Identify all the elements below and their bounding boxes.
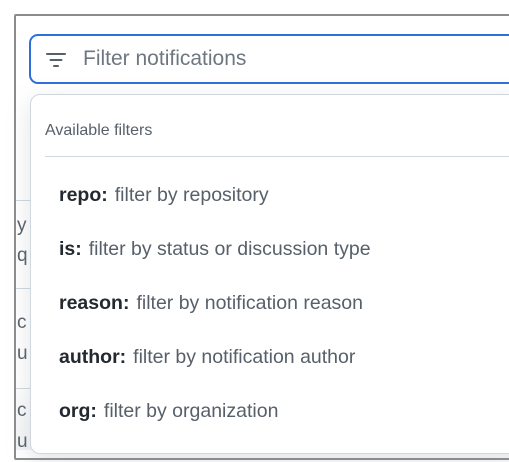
filter-option-reason[interactable]: reason: filter by notification reason (59, 292, 363, 315)
filter-key: author: (59, 346, 127, 368)
notifications-page: y q c u c u Available filters repo: filte… (0, 0, 509, 462)
filter-key: org: (59, 400, 97, 422)
filter-option-is[interactable]: is: filter by status or discussion type (59, 238, 371, 261)
filter-description: filter by status or discussion type (88, 238, 371, 260)
dropdown-header: Available filters (45, 122, 153, 139)
list-item-fragment: u (17, 432, 28, 451)
list-item-fragment: y (17, 216, 27, 235)
filter-notifications-input[interactable] (83, 39, 483, 79)
dropdown-divider (45, 156, 509, 157)
filter-option-author[interactable]: author: filter by notification author (59, 346, 355, 369)
list-item-fragment: q (17, 246, 28, 265)
filter-lines-icon (45, 51, 67, 67)
filter-notifications-field[interactable] (29, 34, 509, 84)
filter-description: filter by notification author (133, 346, 356, 368)
filter-description: filter by organization (103, 400, 279, 422)
filter-key: reason: (59, 292, 130, 314)
filter-option-org[interactable]: org: filter by organization (59, 400, 278, 423)
filter-option-repo[interactable]: repo: filter by repository (59, 184, 269, 207)
filter-key: is: (59, 238, 82, 260)
list-item-fragment: c (17, 313, 27, 332)
filter-description: filter by repository (114, 184, 269, 206)
filter-description: filter by notification reason (136, 292, 363, 314)
filter-key: repo: (59, 184, 108, 206)
available-filters-dropdown: Available filters repo: filter by reposit… (30, 94, 509, 454)
list-item-fragment: u (17, 344, 28, 363)
list-item-fragment: c (17, 401, 27, 420)
